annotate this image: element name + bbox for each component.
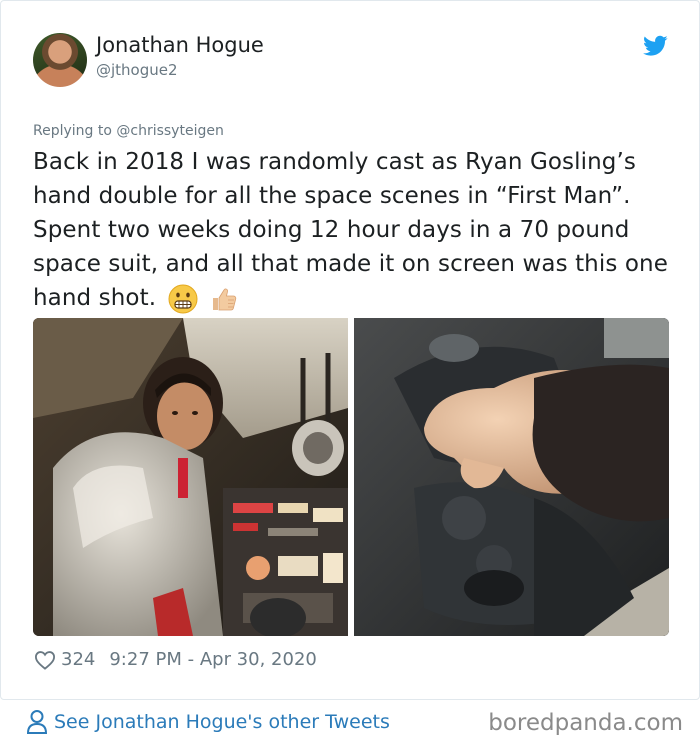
tweet-text: Back in 2018 I was randomly cast as Ryan… bbox=[33, 145, 673, 315]
grimacing-face-icon bbox=[168, 284, 198, 313]
replying-to[interactable]: Replying to @chrissyteigen bbox=[33, 123, 224, 139]
tweet-body: Back in 2018 I was randomly cast as Ryan… bbox=[33, 149, 668, 311]
heart-icon[interactable] bbox=[34, 650, 56, 670]
author-name[interactable]: Jonathan Hogue bbox=[96, 33, 264, 57]
tweet-meta: 324 9:27 PM - Apr 30, 2020 bbox=[34, 649, 317, 670]
thumbs-up-icon bbox=[212, 288, 237, 310]
tweet-timestamp[interactable]: 9:27 PM - Apr 30, 2020 bbox=[109, 649, 316, 670]
author-handle[interactable]: @jthogue2 bbox=[96, 61, 178, 79]
astronaut-photo-graphic bbox=[33, 318, 348, 636]
boredpanda-watermark: boredpanda.com bbox=[488, 710, 683, 736]
see-other-tweets-label[interactable]: See Jonathan Hogue's other Tweets bbox=[54, 711, 390, 733]
hand-on-controller-photo[interactable] bbox=[354, 318, 669, 636]
author-avatar[interactable] bbox=[33, 33, 87, 87]
astronaut-in-cockpit-photo[interactable] bbox=[33, 318, 348, 636]
tweet-card: Jonathan Hogue @jthogue2 Replying to @ch… bbox=[0, 0, 700, 700]
person-icon bbox=[26, 710, 48, 734]
see-other-tweets-link[interactable]: See Jonathan Hogue's other Tweets bbox=[26, 709, 390, 735]
like-count[interactable]: 324 bbox=[61, 649, 95, 670]
twitter-bird-icon[interactable] bbox=[643, 35, 668, 57]
hand-photo-graphic bbox=[354, 318, 669, 636]
